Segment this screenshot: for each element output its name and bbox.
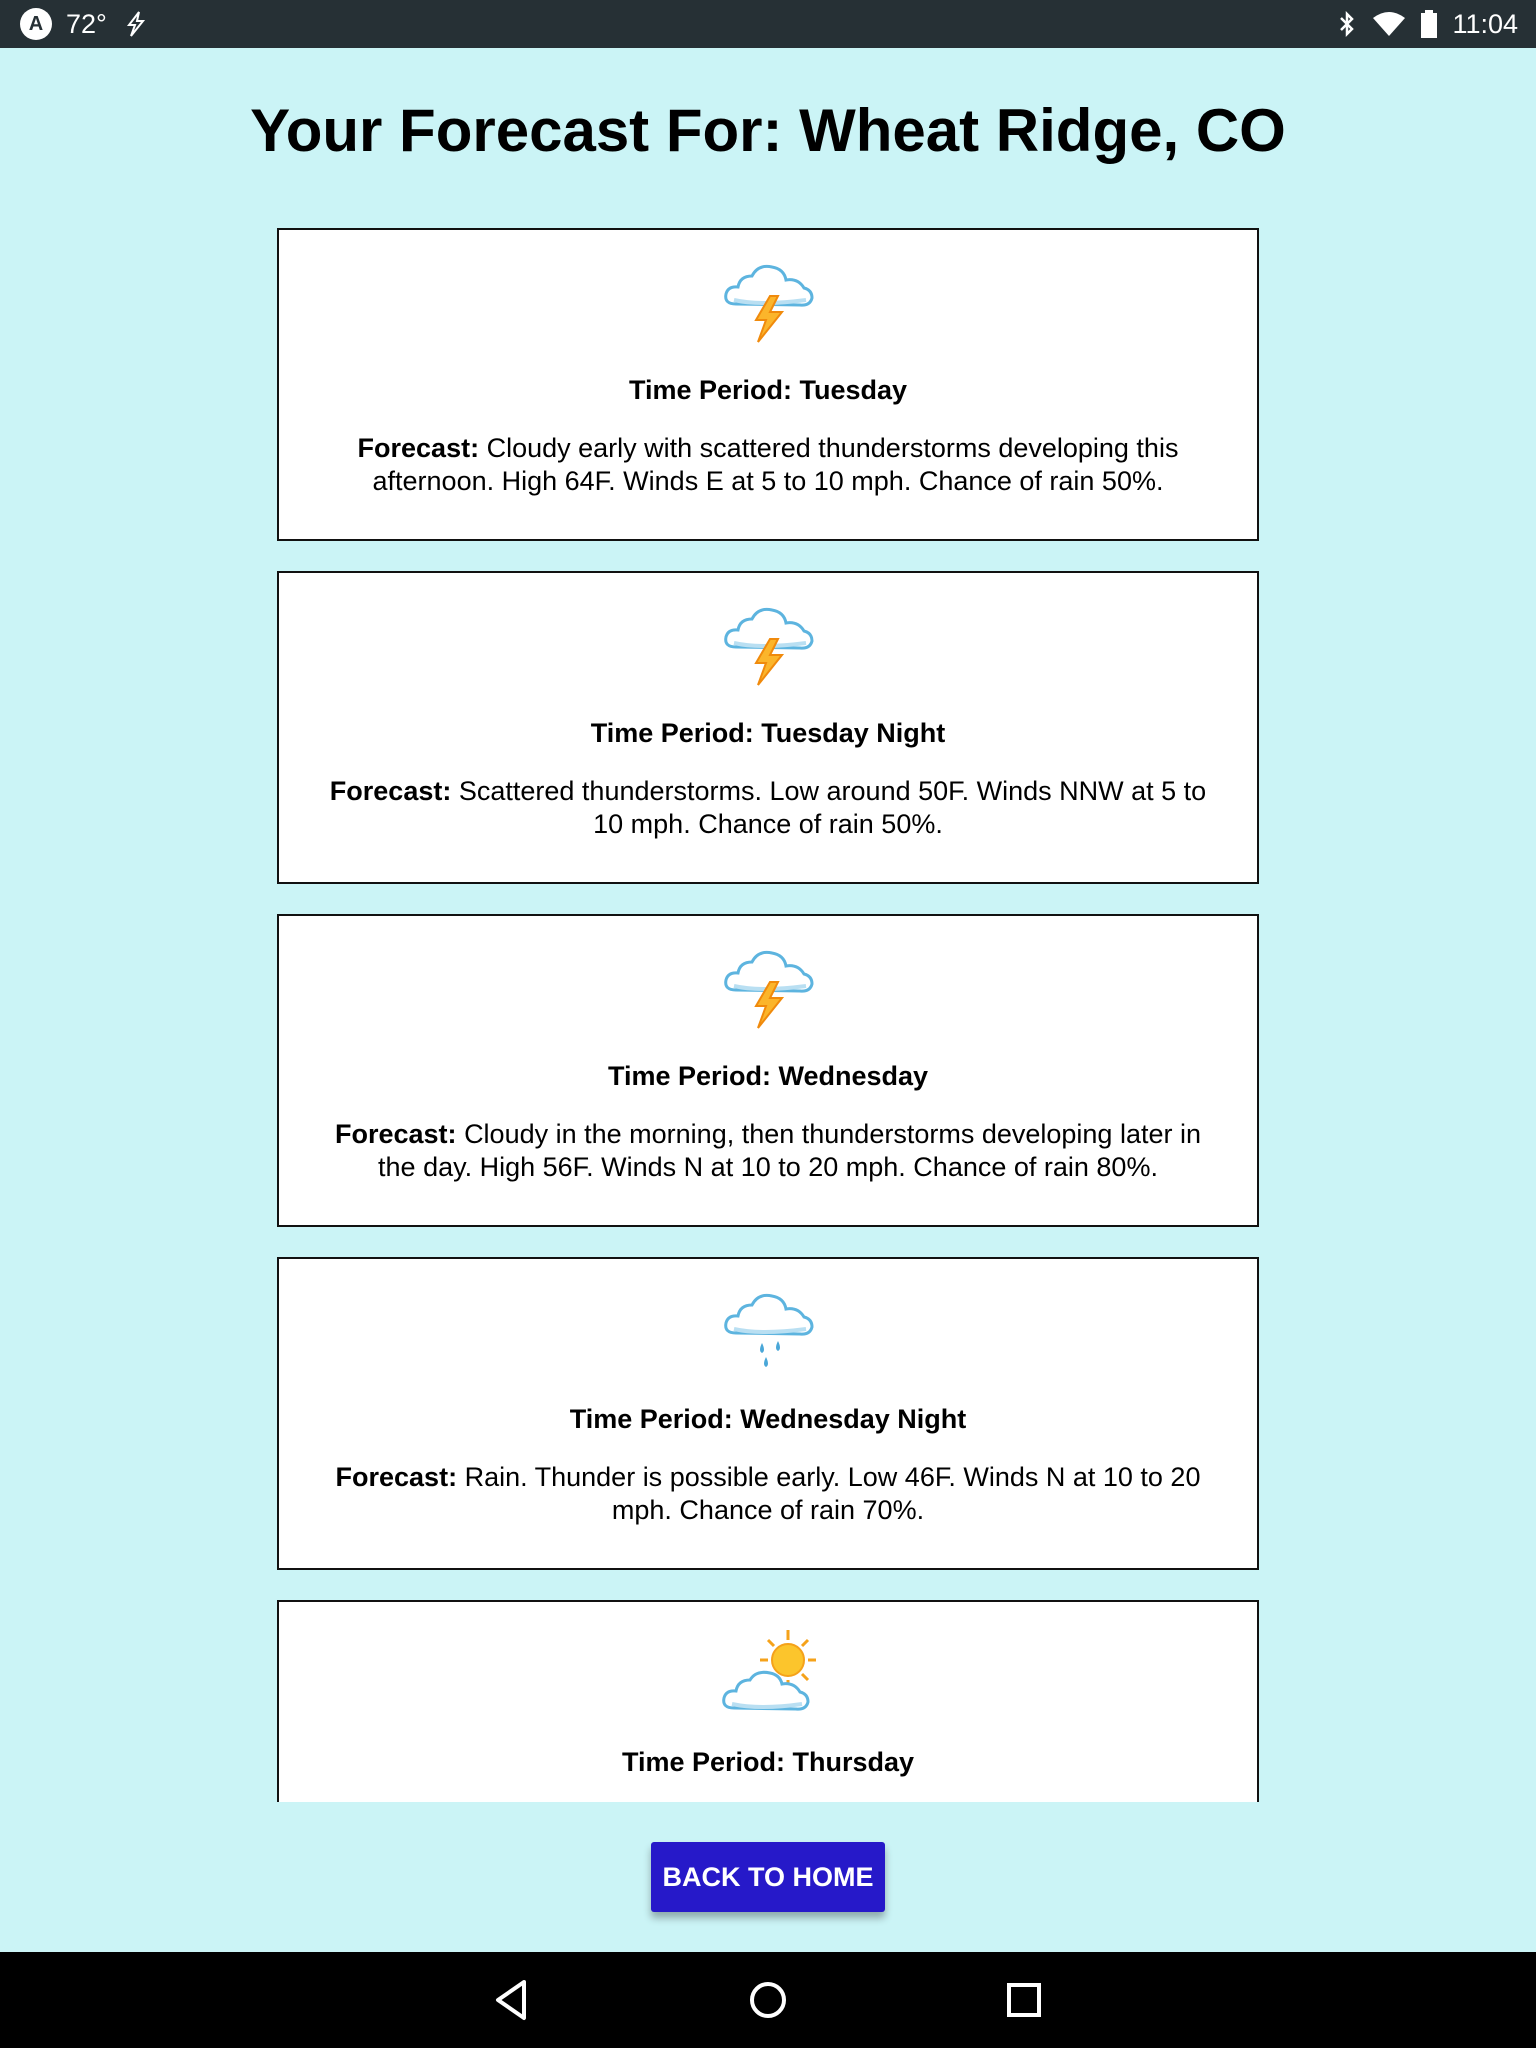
forecast-card: Time Period: Wednesday Forecast: Cloudy … — [277, 914, 1259, 1227]
back-icon[interactable] — [484, 1972, 540, 2028]
forecast-label: Forecast: — [335, 1462, 458, 1492]
time-period-text: Time Period: Tuesday — [628, 375, 908, 405]
app-badge-icon: A — [20, 8, 52, 40]
time-period-text: Time Period: Tuesday Night — [590, 718, 946, 748]
bluetooth-icon — [1340, 10, 1355, 38]
lightning-notification-icon — [126, 11, 145, 37]
forecast-card: Time Period: Tuesday Night Forecast: Sca… — [277, 571, 1259, 884]
battery-icon — [1421, 10, 1438, 38]
thunderstorm-icon — [724, 264, 814, 343]
forecast-text: Forecast: Cloudy early with scattered th… — [319, 432, 1217, 498]
thunderstorm-icon — [724, 607, 814, 686]
partly-cloudy-icon — [722, 1630, 816, 1711]
forecast-card: Time Period: Tuesday Forecast: Cloudy ea… — [277, 228, 1259, 541]
forecast-description: Cloudy early with scattered thunderstorm… — [372, 433, 1179, 496]
forecast-description: Cloudy in the morning, then thunderstorm… — [378, 1119, 1201, 1182]
thunderstorm-icon — [724, 950, 814, 1029]
navigation-bar — [0, 1952, 1536, 2048]
forecast-text: Forecast: Cloudy in the morning, then th… — [319, 1118, 1217, 1184]
status-bar-left: A 72° — [20, 0, 151, 48]
forecast-description: Scattered thunderstorms. Low around 50F.… — [458, 776, 1207, 839]
temperature-text: 72° — [66, 8, 107, 39]
forecast-text: Forecast: Rain. Thunder is possible earl… — [319, 1461, 1217, 1527]
time-period-text: Time Period: Wednesday — [607, 1061, 929, 1091]
forecast-label: Forecast: — [357, 433, 480, 463]
clock-text: 11:04 — [1452, 8, 1518, 39]
wifi-icon — [1373, 12, 1406, 36]
forecast-label: Forecast: — [335, 1119, 457, 1149]
status-bar-right: 11:04 — [1336, 0, 1518, 48]
time-period-text: Time Period: Wednesday Night — [569, 1404, 967, 1434]
status-bar: A 72° 11:04 — [0, 0, 1536, 48]
forecast-label: Forecast: — [329, 776, 452, 806]
forecast-list[interactable]: Time Period: Tuesday Forecast: Cloudy ea… — [277, 228, 1259, 1802]
forecast-text: Forecast: Scattered thunderstorms. Low a… — [319, 775, 1217, 841]
rain-icon — [724, 1293, 814, 1367]
forecast-description: Rain. Thunder is possible early. Low 46F… — [464, 1462, 1201, 1525]
page-title: Your Forecast For: Wheat Ridge, CO — [250, 97, 1286, 164]
back-to-home-button[interactable]: BACK TO HOME — [651, 1842, 885, 1912]
recents-icon[interactable] — [996, 1972, 1052, 2028]
time-period-text: Time Period: Thursday — [621, 1747, 915, 1777]
forecast-card: Time Period: Wednesday Night Forecast: R… — [277, 1257, 1259, 1570]
home-icon[interactable] — [740, 1972, 796, 2028]
forecast-card: Time Period: Thursday — [277, 1600, 1259, 1802]
